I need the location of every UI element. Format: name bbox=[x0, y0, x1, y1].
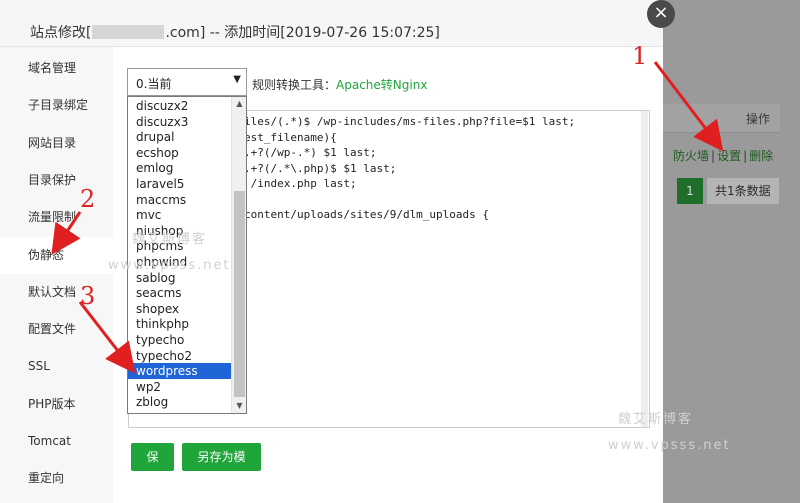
settings-link[interactable]: 设置 bbox=[717, 149, 741, 163]
dropdown-scrollbar[interactable]: ▲ ▼ bbox=[231, 97, 246, 413]
firewall-link[interactable]: 防火墙 bbox=[673, 149, 709, 163]
watermark-url: www.vpsss.net bbox=[608, 438, 731, 453]
code-line: .+?(/wp-.*) $1 last; bbox=[244, 146, 377, 159]
sidebar-item[interactable]: 域名管理 bbox=[0, 50, 113, 87]
save-button[interactable]: 保存 bbox=[131, 443, 174, 492]
sidebar-item[interactable]: SSL bbox=[0, 348, 113, 385]
dropdown-option[interactable]: emlog bbox=[128, 160, 231, 176]
dropdown-option[interactable]: shopex bbox=[128, 301, 231, 317]
dropdown-option[interactable]: ecshop bbox=[128, 145, 231, 161]
annotation-1: 1 bbox=[632, 42, 648, 70]
dropdown-option[interactable]: discuzx2 bbox=[128, 98, 231, 114]
title-suffix: .com] -- 添加时间[2019-07-26 15:07:25] bbox=[165, 25, 440, 41]
dropdown-option[interactable]: typecho bbox=[128, 332, 231, 348]
dropdown-option[interactable]: zblog bbox=[128, 394, 231, 410]
sidebar-item[interactable]: 重定向 bbox=[0, 460, 113, 497]
operations-column-header: 操作 bbox=[746, 112, 771, 126]
modal-header: 站点修改[ .com] -- 添加时间[2019-07-26 15:07:25] bbox=[0, 0, 663, 47]
sidebar-item[interactable]: PHP版本 bbox=[0, 386, 113, 423]
sidebar-item[interactable]: 配置文件 bbox=[0, 311, 113, 348]
annotation-2: 2 bbox=[80, 185, 96, 213]
scroll-down-icon[interactable]: ▼ bbox=[232, 399, 246, 413]
apache-to-nginx-link[interactable]: Apache转Nginx bbox=[336, 78, 427, 92]
modal-title: 站点修改[ .com] -- 添加时间[2019-07-26 15:07:25] bbox=[30, 22, 440, 42]
scroll-thumb[interactable] bbox=[234, 191, 245, 397]
dropdown-option[interactable]: thinkphp bbox=[128, 316, 231, 332]
total-count: 共1条数据 bbox=[707, 178, 779, 204]
save-as-template-button[interactable]: 另存为模板 bbox=[182, 443, 261, 492]
chevron-down-icon: ▼ bbox=[233, 74, 241, 85]
dropdown-option[interactable]: laravel5 bbox=[128, 176, 231, 192]
dropdown-option[interactable]: wordpress bbox=[128, 363, 231, 380]
dropdown-option[interactable]: maccms bbox=[128, 192, 231, 208]
code-line: iles/(.*)$ /wp-includes/ms-files.php?fil… bbox=[244, 115, 576, 128]
sidebar-item[interactable]: 伪静态 bbox=[0, 236, 113, 274]
rewrite-template-dropdown: zblog wp2 wordpress typecho2 typecho thinkphp… bbox=[127, 96, 247, 414]
dropdown-option[interactable]: drupal bbox=[128, 129, 231, 145]
annotation-3: 3 bbox=[80, 282, 96, 310]
code-line: est_filename){ bbox=[244, 130, 337, 144]
dropdown-option[interactable]: discuzx3 bbox=[128, 114, 231, 130]
site-settings-sidebar: 域名管理 子目录绑定 网站目录 目录保护 流量限制 伪静态 默认文档 配置文件 SSL PHP版本… bbox=[0, 47, 113, 503]
action-separator: | bbox=[743, 149, 748, 163]
dropdown-option[interactable]: mvc bbox=[128, 207, 231, 223]
watermark-cn: 魏艾斯博客 bbox=[132, 232, 208, 247]
row-actions: 防火墙 | 设置 | 删除 bbox=[673, 147, 773, 164]
rule-convert-tool: 规则转换工具：Apache转Nginx bbox=[252, 76, 427, 93]
sidebar-item[interactable]: 目录保护 bbox=[0, 162, 113, 199]
dropdown-option[interactable]: typecho2 bbox=[128, 348, 231, 364]
scroll-up-icon[interactable]: ▲ bbox=[232, 97, 246, 111]
sidebar-item[interactable]: 子目录绑定 bbox=[0, 87, 113, 124]
editor-scrollbar[interactable] bbox=[641, 111, 648, 427]
redacted-domain bbox=[92, 25, 165, 39]
dropdown-option[interactable]: seacms bbox=[128, 285, 231, 301]
sidebar-item[interactable]: Tomcat bbox=[0, 423, 113, 460]
pagination: 1 共1条数据 bbox=[677, 178, 779, 204]
code-line: /index.php last; bbox=[244, 177, 357, 190]
delete-link[interactable]: 删除 bbox=[749, 149, 773, 163]
action-separator: | bbox=[711, 149, 716, 163]
close-icon[interactable]: × bbox=[647, 0, 675, 28]
watermark-url: www.vpsss.net bbox=[108, 258, 231, 273]
rewrite-template-select[interactable]: 0.当前 ▼ bbox=[127, 68, 247, 96]
sidebar-item[interactable]: 流量限制 bbox=[0, 199, 113, 236]
title-prefix: 站点修改[ bbox=[30, 25, 92, 41]
code-line: content/uploads/sites/9/dlm_uploads { bbox=[244, 208, 490, 221]
rule-label: 规则转换工具： bbox=[252, 78, 337, 92]
page-number[interactable]: 1 bbox=[677, 178, 703, 204]
dropdown-option[interactable]: wp2 bbox=[128, 379, 231, 395]
select-value: 0.当前 bbox=[136, 77, 172, 91]
watermark-cn: 魏艾斯博客 bbox=[618, 412, 694, 427]
code-line: .+?(/.*\.php)$ $1 last; bbox=[244, 161, 397, 175]
sidebar-item[interactable]: 网站目录 bbox=[0, 125, 113, 162]
sidebar-item[interactable]: 默认文档 bbox=[0, 274, 113, 311]
